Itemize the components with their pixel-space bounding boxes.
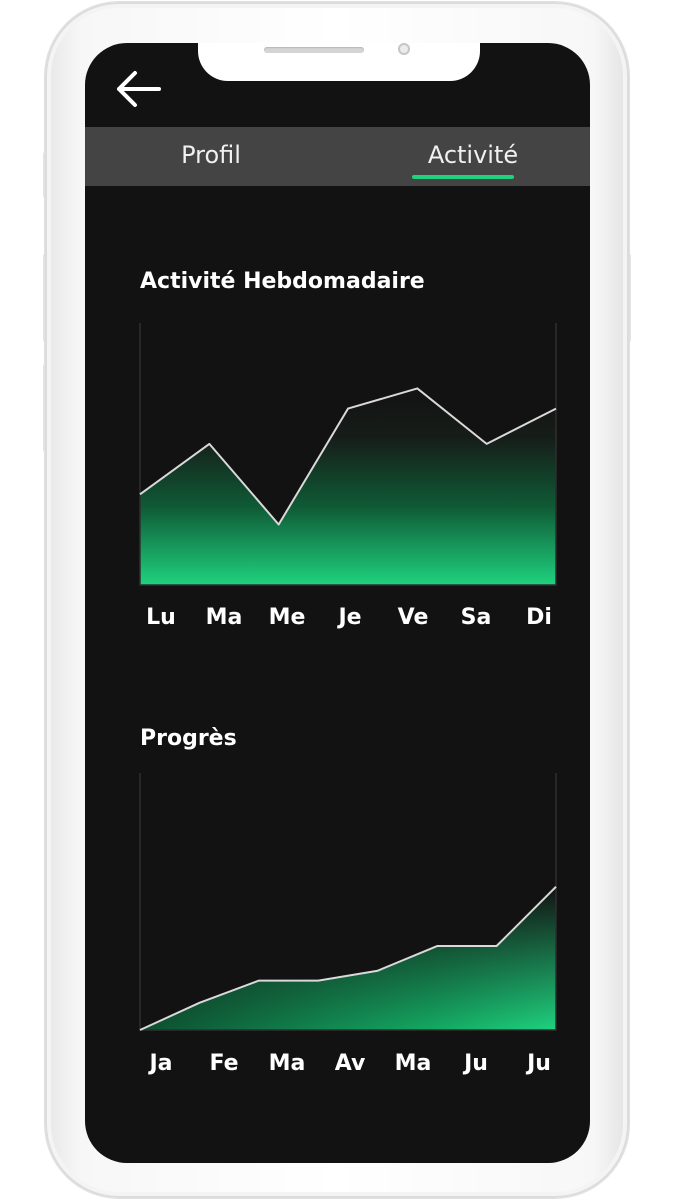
- x-tick-label: Ju: [525, 1051, 551, 1076]
- x-tick-label: Ma: [395, 1051, 432, 1076]
- x-tick-label: Fe: [209, 1051, 238, 1076]
- x-tick-label: Ma: [269, 1051, 306, 1076]
- phone-screen: Profil Activité Activité Hebdomadaire Lu…: [85, 43, 590, 1163]
- x-tick-label: Av: [335, 1051, 366, 1076]
- x-tick-label: Ju: [462, 1051, 488, 1076]
- progress-chart: Ja Fe Ma Av Ma Ju Ju: [139, 773, 557, 1076]
- chart-area-shade: [140, 886, 556, 1030]
- x-tick-label: Ja: [147, 1051, 172, 1076]
